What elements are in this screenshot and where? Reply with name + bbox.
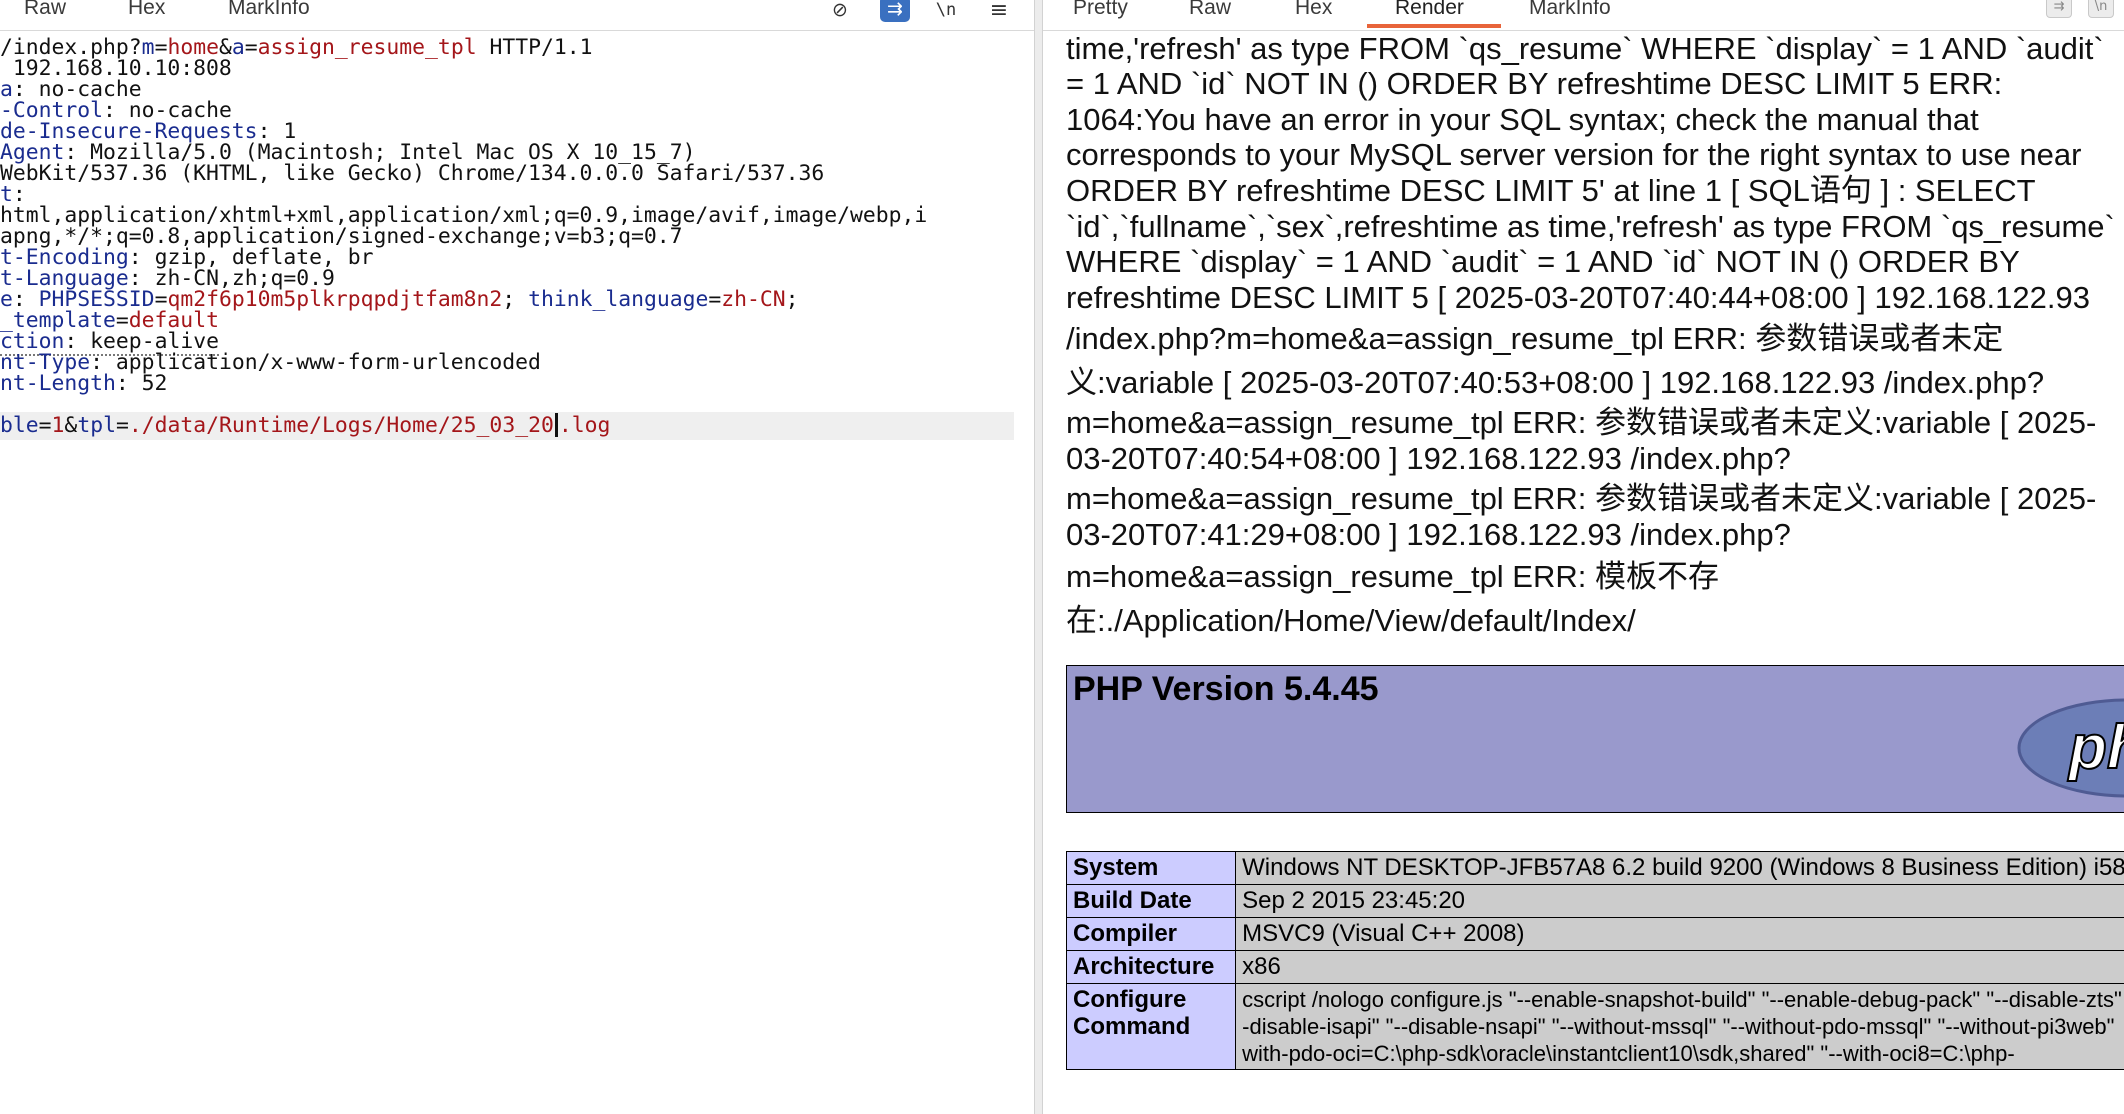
info-value: MSVC9 (Visual C++ 2008) — [1235, 917, 2124, 951]
log-line: refreshtime DESC LIMIT 5 [ 2025-03-20T07… — [1066, 280, 2090, 315]
tab-markinfo[interactable]: MarkInfo — [1529, 0, 1611, 20]
svg-text:php: php — [2067, 713, 2124, 782]
info-label: Build Date — [1065, 884, 1237, 918]
info-label: Architecture — [1065, 950, 1237, 984]
active-tab-indicator — [1367, 24, 1501, 28]
log-line: m=home&a=assign_resume_tpl ERR: 参数错误或者未定… — [1066, 481, 2097, 516]
info-value: cscript /nologo configure.js "--enable-s… — [1235, 983, 2124, 1070]
log-line: 在:./Application/Home/View/default/Index/ — [1066, 603, 1636, 638]
info-value: Sep 2 2015 23:45:20 — [1235, 884, 2124, 918]
pane-splitter[interactable] — [1034, 0, 1043, 1114]
phpinfo-table: System Windows NT DESKTOP-JFB57A8 6.2 bu… — [1065, 851, 2124, 1070]
phpinfo-header: PHP Version 5.4.45 php — [1066, 665, 2124, 813]
log-line: 03-20T07:41:29+08:00 ] 192.168.122.93 /i… — [1066, 517, 1791, 552]
wrap-lines-icon[interactable]: ⇉ — [880, 0, 910, 22]
tab-raw[interactable]: Raw — [24, 0, 66, 20]
tab-render[interactable]: Render — [1395, 0, 1464, 20]
text-cursor — [554, 413, 558, 437]
log-line: 1064:You have an error in your SQL synta… — [1066, 102, 1979, 137]
log-line: corresponds to your MySQL server version… — [1066, 137, 2082, 172]
log-line: = 1 AND `id` NOT IN () ORDER BY refresht… — [1066, 66, 2003, 101]
log-line: ORDER BY refreshtime DESC LIMIT 5' at li… — [1066, 173, 2036, 208]
newline-icon[interactable]: \n — [2088, 0, 2114, 18]
wrap-lines-icon[interactable]: ⇉ — [2046, 0, 2072, 18]
newline-icon[interactable]: \n — [932, 0, 960, 22]
table-row: Build Date Sep 2 2015 23:45:20 — [1065, 884, 2124, 918]
log-line: 03-20T07:40:54+08:00 ] 192.168.122.93 /i… — [1066, 441, 1791, 476]
log-line: WHERE `display` = 1 AND `audit` = 1 AND … — [1066, 244, 2020, 279]
table-row: Architecture x86 — [1065, 950, 2124, 984]
tab-hex[interactable]: Hex — [1295, 0, 1332, 20]
eye-off-icon[interactable]: ⊘ — [826, 0, 854, 22]
tab-markinfo[interactable]: MarkInfo — [228, 0, 310, 20]
response-render-view[interactable]: time,'refresh' as type FROM `qs_resume` … — [1043, 31, 2124, 1114]
tab-pretty[interactable]: Pretty — [1073, 0, 1128, 20]
info-value: Windows NT DESKTOP-JFB57A8 6.2 build 920… — [1235, 851, 2124, 885]
menu-icon[interactable]: ≡ — [985, 0, 1013, 23]
log-line: m=home&a=assign_resume_tpl ERR: 参数错误或者未定… — [1066, 405, 2097, 440]
info-label: Configure Command — [1065, 983, 1237, 1070]
request-tabbar: Raw Hex MarkInfo ⊘ ⇉ \n ≡ — [0, 0, 1034, 31]
header-user-agent-cont: WebKit/537.36 (KHTML, like Gecko) Chrome… — [0, 161, 825, 186]
response-tabbar: Pretty Raw Hex Render MarkInfo ⇉ \n — [1043, 0, 2124, 31]
table-row: System Windows NT DESKTOP-JFB57A8 6.2 bu… — [1065, 851, 2124, 885]
table-row: Compiler MSVC9 (Visual C++ 2008) — [1065, 917, 2124, 951]
php-logo-icon: php — [2017, 698, 2124, 798]
info-label: Compiler — [1065, 917, 1237, 951]
tab-raw[interactable]: Raw — [1189, 0, 1231, 20]
request-body[interactable]: ble=1&tpl=./data/Runtime/Logs/Home/25_03… — [0, 412, 1014, 440]
log-line: time,'refresh' as type FROM `qs_resume` … — [1066, 31, 2104, 66]
tab-hex[interactable]: Hex — [128, 0, 165, 20]
log-line: 义:variable [ 2025-03-20T07:40:53+08:00 ]… — [1066, 365, 2045, 400]
log-line: m=home&a=assign_resume_tpl ERR: 模板不存 — [1066, 559, 1719, 594]
php-version-title: PHP Version 5.4.45 — [1073, 670, 1379, 708]
header-content-length: nt-Length: 52 — [0, 371, 168, 396]
request-editor[interactable]: /index.php?m=home&a=assign_resume_tpl HT… — [0, 34, 1034, 1114]
log-line: /index.php?m=home&a=assign_resume_tpl ER… — [1066, 321, 2004, 356]
info-value: x86 — [1235, 950, 2124, 984]
info-label: System — [1065, 851, 1237, 885]
log-line: `id`,`fullname`,`sex`,refreshtime as tim… — [1066, 209, 2115, 244]
table-row: Configure Command cscript /nologo config… — [1065, 983, 2124, 1070]
